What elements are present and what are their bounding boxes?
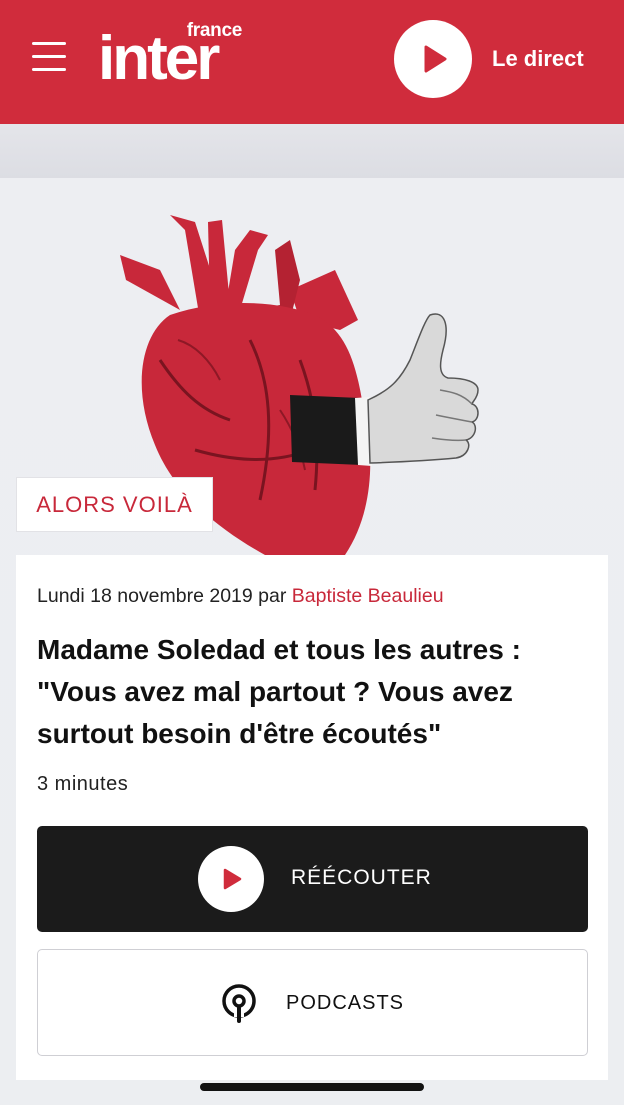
app-header: france inter Le direct <box>0 0 624 124</box>
replay-play-circle <box>198 846 264 912</box>
episode-duration: 3 minutes <box>37 773 129 795</box>
article-meta: Lundi 18 novembre 2019 par Baptiste Beau… <box>37 585 444 608</box>
podcasts-label: PODCASTS <box>286 992 405 1014</box>
episode-title: Madame Soledad et tous les autres : "Vou… <box>37 634 521 749</box>
author-link[interactable]: Baptiste Beaulieu <box>292 585 444 607</box>
live-play-button[interactable] <box>394 20 472 98</box>
play-icon <box>223 868 242 890</box>
logo-big-text: inter <box>98 24 220 93</box>
replay-label: RÉÉCOUTER <box>291 866 432 889</box>
by-label: par <box>258 585 287 607</box>
france-inter-logo[interactable]: france inter <box>98 20 246 93</box>
podcasts-button[interactable]: PODCASTS <box>37 949 588 1056</box>
replay-button[interactable]: RÉÉCOUTER <box>37 826 588 932</box>
episode-card: Lundi 18 novembre 2019 par Baptiste Beau… <box>16 555 608 1080</box>
home-indicator[interactable] <box>200 1083 424 1091</box>
podcast-icon <box>222 984 256 1023</box>
publication-date: Lundi 18 novembre 2019 <box>37 585 253 607</box>
header-shadow-band <box>0 124 624 178</box>
live-label[interactable]: Le direct <box>492 46 584 72</box>
play-icon <box>424 45 447 73</box>
show-tag[interactable]: ALORS VOILÀ <box>16 477 213 532</box>
menu-icon[interactable] <box>32 42 68 72</box>
